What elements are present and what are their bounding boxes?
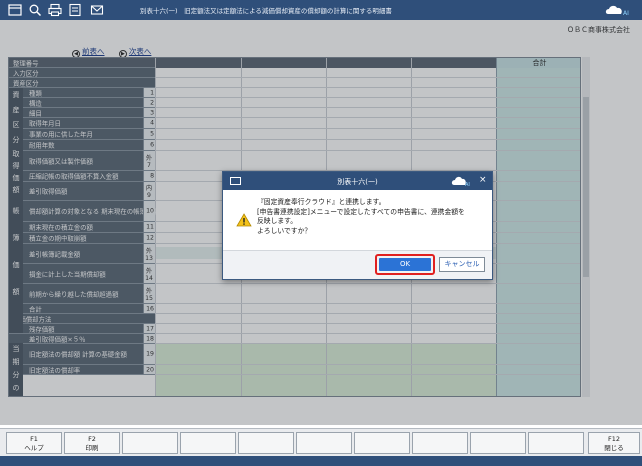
cloud-ai-logo-icon: AI [605,5,629,17]
fkey-label: 閉じる [604,444,624,452]
fkey-button[interactable] [412,432,468,454]
dialog-message-line: [申告書連携設定]メニューで設定したすべての申告書に、連携金額を [257,207,465,216]
ok-button[interactable]: OK [379,258,431,271]
dialog-cloud-logo-icon: AI [451,176,470,188]
fkey-code: F2 [88,435,96,443]
search-icon[interactable] [28,3,42,17]
fkey-button[interactable] [354,432,410,454]
dialog-message-line: 『固定資産奉行クラウド』と連携します。 [257,198,386,206]
fkey-code: F1 [30,435,38,443]
print-icon[interactable] [48,3,62,17]
close-icon[interactable]: × [479,175,487,185]
fkey-button[interactable]: F12 閉じる [588,432,640,454]
fkey-code: F12 [607,435,620,443]
confirm-dialog: 別表十六(一) AI × 『固定資産奉行クラウド』と連携します。 [申告書連携設… [222,171,493,280]
dialog-footer: OK キャンセル [223,250,492,279]
dialog-brand-text: AI [465,182,470,188]
mail-icon[interactable] [90,3,104,17]
ok-button-highlight: OK [375,254,435,275]
cancel-button[interactable]: キャンセル [439,257,485,272]
fkey-button[interactable]: F2 印刷 [64,432,120,454]
app-window-icon[interactable] [8,3,22,17]
fkey-label: 印刷 [85,444,99,452]
dialog-message: 『固定資産奉行クラウド』と連携します。 [申告書連携設定]メニューで設定したすべ… [257,198,487,236]
status-bar [0,456,642,466]
title-bar: 別表十六(一) 旧定額法又は定額法による減価償却資産の償却額の計算に関する明細書… [0,0,642,20]
fkey-button[interactable] [470,432,526,454]
window-title: 別表十六(一) 旧定額法又は定額法による減価償却資産の償却額の計算に関する明細書 [140,7,392,15]
fkey-button[interactable] [122,432,178,454]
fkey-button[interactable] [238,432,294,454]
fkey-button[interactable]: F1 ヘルプ [6,432,62,454]
dialog-message-line: よろしいですか？ [257,226,312,235]
fkey-button[interactable] [180,432,236,454]
fkey-button[interactable] [296,432,352,454]
dialog-header: 別表十六(一) AI × [223,172,492,190]
warning-icon [236,213,252,227]
fkey-button[interactable] [528,432,584,454]
dialog-message-line: 反映します。 [257,217,298,225]
export-icon[interactable] [68,3,82,17]
fkey-label: ヘルプ [24,444,44,452]
brand-text: AI [623,10,629,17]
